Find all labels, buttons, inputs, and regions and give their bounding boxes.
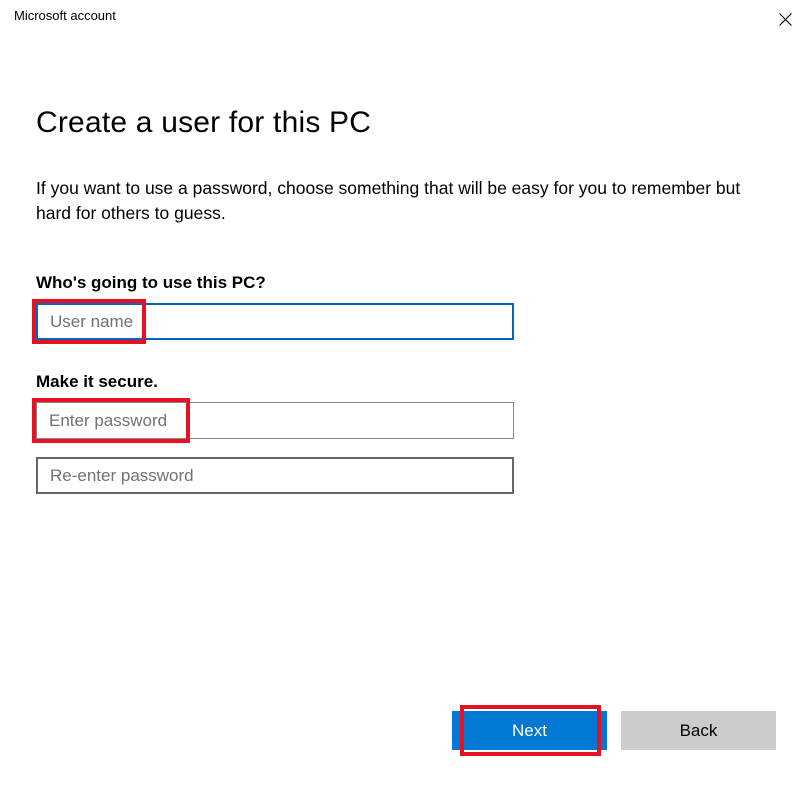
next-button[interactable]: Next	[452, 711, 607, 750]
close-button[interactable]	[776, 10, 794, 28]
username-section-label: Who's going to use this PC?	[36, 273, 772, 293]
back-button[interactable]: Back	[621, 711, 776, 750]
page-description: If you want to use a password, choose so…	[36, 176, 766, 225]
close-icon	[779, 13, 792, 26]
reenter-password-input[interactable]	[36, 457, 514, 494]
password-section-label: Make it secure.	[36, 372, 772, 392]
password-input[interactable]	[36, 402, 514, 439]
window-title: Microsoft account	[14, 8, 116, 23]
page-title: Create a user for this PC	[36, 106, 772, 140]
username-input[interactable]	[36, 303, 514, 340]
